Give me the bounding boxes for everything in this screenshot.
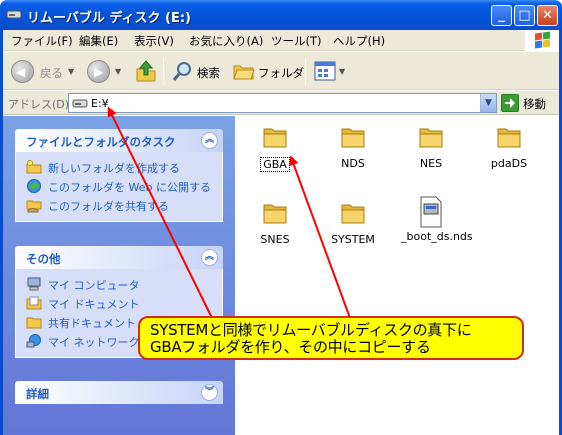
toolbar: ◀ 戻る ▼ ▶ ▼ 検索 フォルダ ▼ xyxy=(3,52,559,90)
menu-view[interactable]: 表示(V) xyxy=(134,33,174,49)
back-button[interactable]: ◀ xyxy=(11,60,34,83)
folder-icon xyxy=(263,204,287,224)
folder-item[interactable]: NES xyxy=(399,123,463,170)
file-item[interactable]: _boot_ds.nds xyxy=(399,196,473,243)
place-my-computer[interactable]: マイ コンピュータ xyxy=(26,275,222,294)
search-button[interactable]: 検索 xyxy=(197,65,220,81)
folder-item[interactable]: SYSTEM xyxy=(321,199,385,246)
folder-icon xyxy=(497,128,521,148)
details-panel: 詳細 ︾ xyxy=(15,381,223,404)
back-label: 戻る xyxy=(40,66,63,80)
share-folder-icon xyxy=(26,200,42,213)
forward-arrow-icon: ▶ xyxy=(94,65,104,79)
close-button[interactable]: ✕ xyxy=(537,5,558,26)
menu-edit[interactable]: 編集(E) xyxy=(79,33,118,49)
task-pane: ファイルとフォルダのタスク ︽ 新しいフォルダを作成する このフォルダを Web… xyxy=(3,116,235,435)
folder-name: SNES xyxy=(260,233,290,246)
up-folder-icon[interactable] xyxy=(135,59,157,83)
panel-title: その他 xyxy=(26,252,61,266)
task-label: このフォルダを共有する xyxy=(48,200,169,213)
my-network-icon xyxy=(26,334,41,348)
place-label: マイ ドキュメント xyxy=(48,298,140,311)
folder-icon xyxy=(341,128,365,148)
publish-web-icon xyxy=(27,179,41,193)
callout-line-2: GBAフォルダを作り、その中にコピーする xyxy=(150,338,431,356)
folder-name: SYSTEM xyxy=(331,233,375,246)
folder-item[interactable]: GBA xyxy=(243,123,307,172)
my-computer-icon xyxy=(27,277,41,291)
folders-button[interactable]: フォルダ xyxy=(258,65,304,81)
collapse-icon[interactable]: ︽ xyxy=(201,249,218,266)
new-folder-icon xyxy=(26,160,42,174)
menu-bar: ファイル(F) 編集(E) 表示(V) お気に入り(A) ツール(T) ヘルプ(… xyxy=(3,30,559,51)
callout-line-1: SYSTEMと同様でリムーバブルディスクの真下に xyxy=(150,321,472,339)
go-arrow-icon xyxy=(505,98,515,108)
task-label: 新しいフォルダを作成する xyxy=(48,162,180,175)
nds-file-icon xyxy=(420,196,442,228)
file-list: GBA NDS NES pdaDS SNES SYSTEM _boot_ds.n… xyxy=(235,116,559,435)
folder-icon xyxy=(341,204,365,224)
drive-icon xyxy=(6,10,22,19)
file-name: _boot_ds.nds xyxy=(401,230,473,243)
panel-header[interactable]: その他 ︽ xyxy=(15,246,223,269)
go-label[interactable]: 移動 xyxy=(523,96,546,112)
toolbar-separator xyxy=(305,58,306,85)
panel-header[interactable]: ファイルとフォルダのタスク ︽ xyxy=(15,129,223,152)
go-button[interactable] xyxy=(501,94,519,112)
folder-item[interactable]: pdaDS xyxy=(477,123,541,170)
menu-tools[interactable]: ツール(T) xyxy=(271,33,322,49)
place-label: 共有ドキュメント xyxy=(48,317,136,330)
window-title: リムーバブル ディスク (E:) xyxy=(27,11,191,26)
address-input[interactable]: E:¥ ▼ xyxy=(68,93,497,113)
drive-icon xyxy=(72,99,88,108)
address-dropdown-icon[interactable]: ▼ xyxy=(480,94,496,112)
menu-favorites[interactable]: お気に入り(A) xyxy=(189,33,263,49)
place-label: マイ ネットワーク xyxy=(48,336,140,349)
task-label: このフォルダを Web に公開する xyxy=(48,181,211,194)
forward-dropdown-icon[interactable]: ▼ xyxy=(115,67,121,76)
title-bar[interactable]: リムーバブル ディスク (E:) _ □ ✕ xyxy=(0,0,562,30)
folder-name: GBA xyxy=(260,157,290,172)
panel-title: 詳細 xyxy=(26,387,49,401)
collapse-icon[interactable]: ︽ xyxy=(201,132,218,149)
windows-logo-icon xyxy=(525,30,559,51)
panel-header[interactable]: 詳細 ︾ xyxy=(15,381,223,404)
search-icon[interactable] xyxy=(172,60,194,82)
shared-documents-icon xyxy=(26,317,42,329)
panel-title: ファイルとフォルダのタスク xyxy=(26,135,176,149)
address-bar: アドレス(D) E:¥ ▼ 移動 xyxy=(3,91,559,115)
annotation-callout: SYSTEMと同様でリムーバブルディスクの真下に GBAフォルダを作り、その中に… xyxy=(138,316,524,360)
task-share-folder[interactable]: このフォルダを共有する xyxy=(26,196,222,215)
views-dropdown-icon[interactable]: ▼ xyxy=(339,67,345,76)
folder-name: NES xyxy=(419,157,443,170)
back-dropdown-icon[interactable]: ▼ xyxy=(68,67,74,76)
folder-name: NDS xyxy=(341,157,365,170)
toolbar-separator xyxy=(163,58,164,85)
folder-item[interactable]: SNES xyxy=(243,199,307,246)
menu-file[interactable]: ファイル(F) xyxy=(11,33,73,49)
task-publish-web[interactable]: このフォルダを Web に公開する xyxy=(26,177,222,196)
task-new-folder[interactable]: 新しいフォルダを作成する xyxy=(26,158,222,177)
address-label: アドレス(D) xyxy=(8,98,70,111)
minimize-button[interactable]: _ xyxy=(491,5,512,26)
folder-name: pdaDS xyxy=(490,157,528,170)
folder-icon xyxy=(419,128,443,148)
expand-icon[interactable]: ︾ xyxy=(201,384,218,401)
address-value: E:¥ xyxy=(91,97,109,110)
folder-item[interactable]: NDS xyxy=(321,123,385,170)
folder-icon xyxy=(263,128,287,148)
panel-body: 新しいフォルダを作成する このフォルダを Web に公開する このフォルダを共有… xyxy=(15,152,223,222)
file-folder-tasks-panel: ファイルとフォルダのタスク ︽ 新しいフォルダを作成する このフォルダを Web… xyxy=(15,129,223,222)
forward-button[interactable]: ▶ xyxy=(87,60,110,83)
my-documents-icon xyxy=(26,296,42,310)
folders-icon[interactable] xyxy=(233,61,255,81)
place-my-documents[interactable]: マイ ドキュメント xyxy=(26,294,222,313)
menu-help[interactable]: ヘルプ(H) xyxy=(333,33,385,49)
views-icon[interactable] xyxy=(314,61,336,81)
maximize-button[interactable]: □ xyxy=(514,5,535,26)
place-label: マイ コンピュータ xyxy=(48,279,140,292)
back-arrow-icon: ◀ xyxy=(16,65,26,79)
